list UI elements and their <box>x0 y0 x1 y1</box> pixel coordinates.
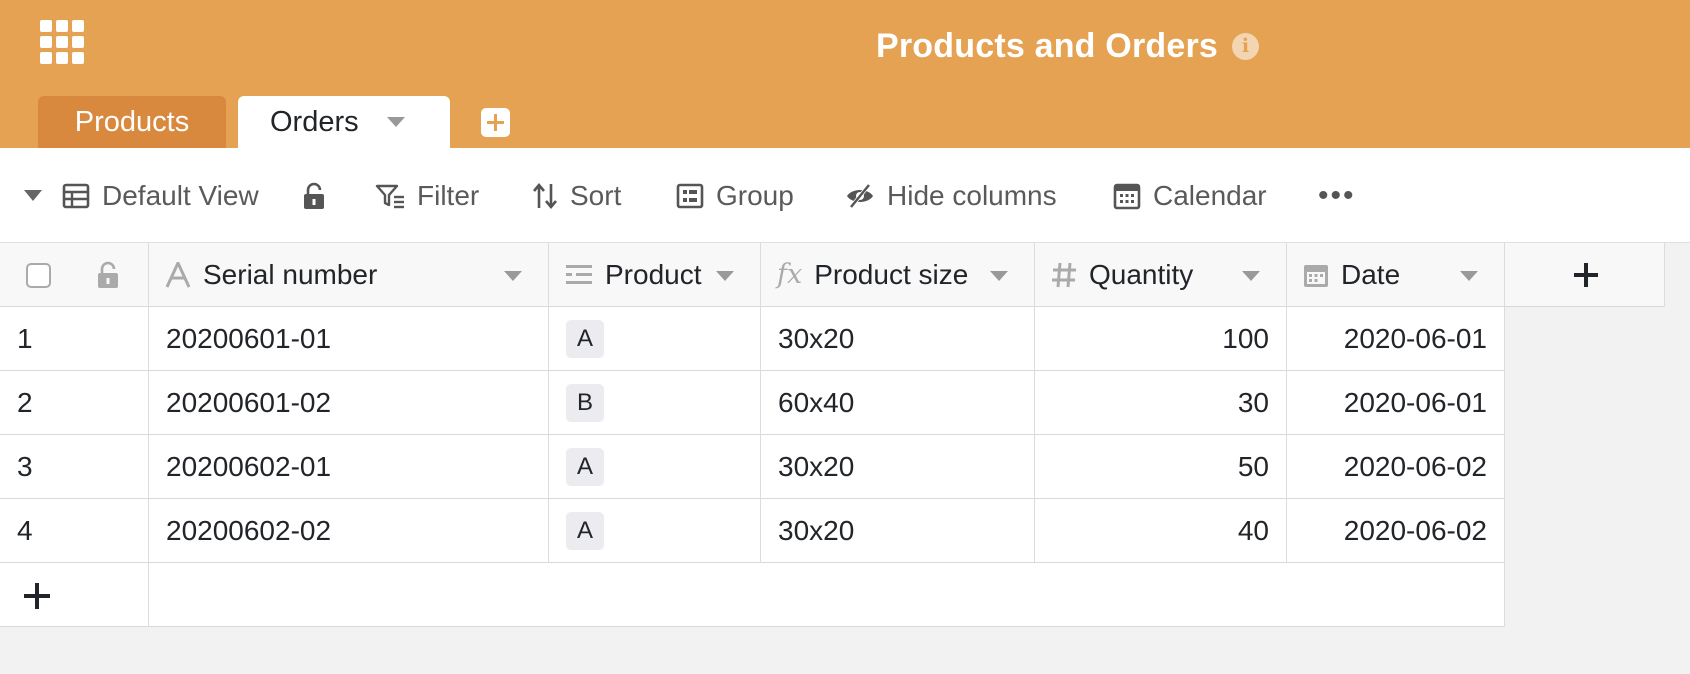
filter-label: Filter <box>417 179 480 211</box>
row-number: 2 <box>0 371 149 434</box>
tab-products-label: Products <box>74 105 190 138</box>
product-cell[interactable]: A <box>549 499 761 562</box>
chevron-down-icon[interactable] <box>990 271 1008 281</box>
caret-down-icon <box>24 189 42 201</box>
add-row-bar[interactable] <box>0 563 1505 627</box>
column-header-label: Quantity <box>1089 258 1194 290</box>
column-header-quantity[interactable]: Quantity <box>1035 243 1287 306</box>
hide-columns-button[interactable]: Hide columns <box>845 148 1057 243</box>
product-cell[interactable]: A <box>549 307 761 370</box>
sort-label: Sort <box>570 179 622 211</box>
table-row[interactable]: 4 20200602-02 A 30x20 40 2020-06-02 <box>0 499 1505 563</box>
product-size-cell[interactable]: 30x20 <box>761 307 1035 370</box>
row-number: 3 <box>0 435 149 498</box>
calendar-icon <box>1113 183 1141 209</box>
more-options-icon[interactable]: ••• <box>1318 148 1356 243</box>
info-icon[interactable]: i <box>1232 32 1259 60</box>
default-view-button[interactable]: Default View <box>62 148 259 243</box>
group-button[interactable]: Group <box>676 148 794 243</box>
sort-button[interactable]: Sort <box>532 148 621 243</box>
text-icon <box>165 261 191 288</box>
serial-number-cell[interactable]: 20200601-02 <box>149 371 549 434</box>
formula-icon: fx <box>777 259 803 290</box>
product-badge: A <box>566 447 605 486</box>
calendar-label: Calendar <box>1153 179 1267 211</box>
add-row-divider <box>148 563 149 627</box>
add-table-icon[interactable] <box>481 108 510 137</box>
plus-icon <box>24 583 50 609</box>
product-size-cell[interactable]: 60x40 <box>761 371 1035 434</box>
quantity-cell[interactable]: 30 <box>1035 371 1287 434</box>
table-row[interactable]: 1 20200601-01 A 30x20 100 2020-06-01 <box>0 307 1505 371</box>
hide-columns-label: Hide columns <box>887 179 1057 211</box>
calendar-button[interactable]: Calendar <box>1113 148 1267 243</box>
view-menu-caret[interactable] <box>24 148 54 243</box>
eye-off-icon <box>847 183 873 208</box>
app-header: Products and Orders i Products Orders <box>0 0 1690 148</box>
product-badge: B <box>566 383 605 422</box>
default-view-label: Default View <box>102 179 259 211</box>
tab-products[interactable]: Products <box>38 96 226 148</box>
serial-number-cell[interactable]: 20200601-01 <box>149 307 549 370</box>
date-cell[interactable]: 2020-06-01 <box>1287 307 1505 370</box>
serial-number-cell[interactable]: 20200602-02 <box>149 499 549 562</box>
date-cell[interactable]: 2020-06-02 <box>1287 435 1505 498</box>
chevron-down-icon[interactable] <box>1460 271 1478 281</box>
grid-header-row: Serial number Product fx Product size Qu… <box>0 243 1665 307</box>
quantity-cell[interactable]: 50 <box>1035 435 1287 498</box>
product-cell[interactable]: A <box>549 435 761 498</box>
filter-icon <box>375 184 404 208</box>
group-label: Group <box>716 179 794 211</box>
column-header-label: Product size <box>814 258 969 290</box>
tab-orders[interactable]: Orders <box>238 96 450 148</box>
select-all-cell <box>0 243 149 306</box>
add-column-button[interactable] <box>1505 243 1665 307</box>
number-icon <box>1051 262 1077 288</box>
view-toolbar: Default View Filter Sort Group Hide colu… <box>0 148 1690 243</box>
column-header-label: Product <box>605 258 702 290</box>
select-all-checkbox[interactable] <box>26 263 51 288</box>
product-cell[interactable]: B <box>549 371 761 434</box>
sort-icon <box>533 182 557 209</box>
unlock-icon <box>304 182 324 209</box>
quantity-cell[interactable]: 100 <box>1035 307 1287 370</box>
row-number: 4 <box>0 499 149 562</box>
column-header-product[interactable]: Product <box>549 243 761 306</box>
column-header-serial-number[interactable]: Serial number <box>149 243 549 306</box>
chevron-down-icon[interactable] <box>504 271 522 281</box>
row-number: 1 <box>0 307 149 370</box>
group-icon <box>676 183 704 208</box>
date-cell[interactable]: 2020-06-02 <box>1287 499 1505 562</box>
column-header-product-size[interactable]: fx Product size <box>761 243 1035 306</box>
table-row[interactable]: 2 20200601-02 B 60x40 30 2020-06-01 <box>0 371 1505 435</box>
date-cell[interactable]: 2020-06-01 <box>1287 371 1505 434</box>
view-lock-button[interactable] <box>302 148 338 243</box>
chevron-down-icon[interactable] <box>716 271 734 281</box>
apps-grid-icon[interactable] <box>40 20 84 64</box>
product-badge: A <box>566 511 605 550</box>
quantity-cell[interactable]: 40 <box>1035 499 1287 562</box>
column-header-label: Date <box>1341 258 1401 290</box>
product-size-cell[interactable]: 30x20 <box>761 435 1035 498</box>
table-icon <box>62 183 90 208</box>
calendar-icon <box>1303 262 1329 288</box>
plus-icon <box>1574 263 1598 287</box>
unlock-icon[interactable] <box>96 261 120 289</box>
page-title-wrap: Products and Orders i <box>876 24 1259 68</box>
tab-orders-label: Orders <box>270 105 359 138</box>
product-badge: A <box>566 319 605 358</box>
product-size-cell[interactable]: 30x20 <box>761 499 1035 562</box>
column-header-label: Serial number <box>203 258 378 290</box>
serial-number-cell[interactable]: 20200602-01 <box>149 435 549 498</box>
column-header-date[interactable]: Date <box>1287 243 1505 306</box>
filter-button[interactable]: Filter <box>375 148 479 243</box>
single-select-icon <box>565 263 593 287</box>
page-title: Products and Orders <box>876 26 1218 65</box>
chevron-down-icon[interactable] <box>386 117 405 127</box>
chevron-down-icon[interactable] <box>1242 271 1260 281</box>
table-row[interactable]: 3 20200602-01 A 30x20 50 2020-06-02 <box>0 435 1505 499</box>
